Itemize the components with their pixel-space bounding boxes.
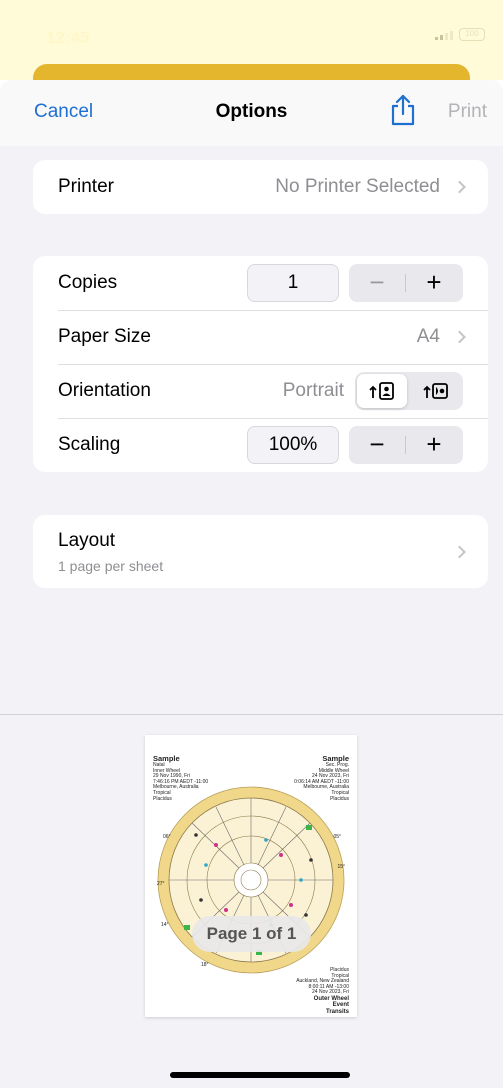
copies-decrement-button[interactable]: − (349, 264, 405, 302)
printer-row[interactable]: Printer No Printer Selected (33, 160, 488, 214)
share-icon[interactable] (390, 94, 416, 126)
scaling-stepper: − + (349, 426, 463, 464)
scaling-increment-button[interactable]: + (406, 426, 462, 464)
paper-size-label: Paper Size (58, 326, 151, 347)
chevron-right-icon (453, 330, 466, 344)
wheel-degree-label: 15° (337, 864, 345, 870)
layout-group: Layout 1 page per sheet (33, 515, 488, 588)
scaling-label: Scaling (58, 434, 121, 455)
battery-icon: 100 (459, 28, 485, 41)
layout-sublabel: 1 page per sheet (58, 558, 164, 574)
portrait-icon (369, 382, 394, 400)
status-icons: 100 (435, 28, 485, 41)
layout-label: Layout (58, 530, 116, 551)
paper-size-row[interactable]: Paper Size A4 (33, 310, 488, 364)
copies-field[interactable]: 1 (247, 264, 339, 302)
orientation-segmented-control (355, 372, 463, 410)
chevron-right-icon (453, 180, 466, 194)
printer-group: Printer No Printer Selected (33, 160, 488, 214)
signal-icon (435, 30, 453, 40)
scaling-decrement-button[interactable]: − (349, 426, 405, 464)
scaling-field[interactable]: 100% (247, 426, 339, 464)
page-indicator: Page 1 of 1 (192, 916, 311, 952)
printer-label: Printer (58, 176, 114, 197)
print-button[interactable]: Print (448, 101, 487, 123)
print-preview-area: Sample Natal Inner Wheel 29 Nov 1990, Fr… (0, 714, 503, 1088)
page-title: Options (215, 101, 288, 122)
status-time: 12:45 (46, 28, 90, 47)
orientation-row: Orientation Portrait (33, 364, 488, 418)
portrait-option[interactable] (357, 374, 407, 408)
nav-bar: Cancel Options Print (0, 80, 503, 146)
preview-bottom-bold: Transits (325, 1008, 349, 1015)
home-indicator[interactable] (170, 1072, 350, 1078)
scaling-row: Scaling 100% − + (33, 418, 488, 472)
wheel-degree-label: 27° (157, 881, 165, 887)
wheel-degree-label: 05° (333, 834, 341, 840)
landscape-option[interactable] (411, 374, 461, 408)
copies-row: Copies 1 − + (33, 256, 488, 310)
preview-bottom-right-block: Placidus Tropical Auckland, New Zealand … (296, 967, 349, 1015)
orientation-value: Portrait (282, 380, 344, 401)
settings-group: Copies 1 − + Paper Size A4 Orientation P… (33, 256, 488, 472)
copies-label: Copies (58, 272, 118, 293)
landscape-icon (423, 383, 448, 399)
wheel-degree-label: 14° (161, 922, 169, 928)
printer-value: No Printer Selected (275, 176, 440, 197)
wheel-degree-label: 06° (163, 834, 171, 840)
page-preview[interactable]: Sample Natal Inner Wheel 29 Nov 1990, Fr… (145, 735, 357, 1017)
copies-increment-button[interactable]: + (406, 264, 462, 302)
wheel-degree-label: 18° (201, 962, 209, 968)
print-options-sheet: Cancel Options Print Printer No Printer … (0, 80, 503, 1088)
paper-size-value: A4 (416, 326, 440, 347)
layout-row[interactable]: Layout 1 page per sheet (33, 515, 488, 588)
orientation-label: Orientation (58, 380, 151, 401)
copies-stepper: − + (349, 264, 463, 302)
